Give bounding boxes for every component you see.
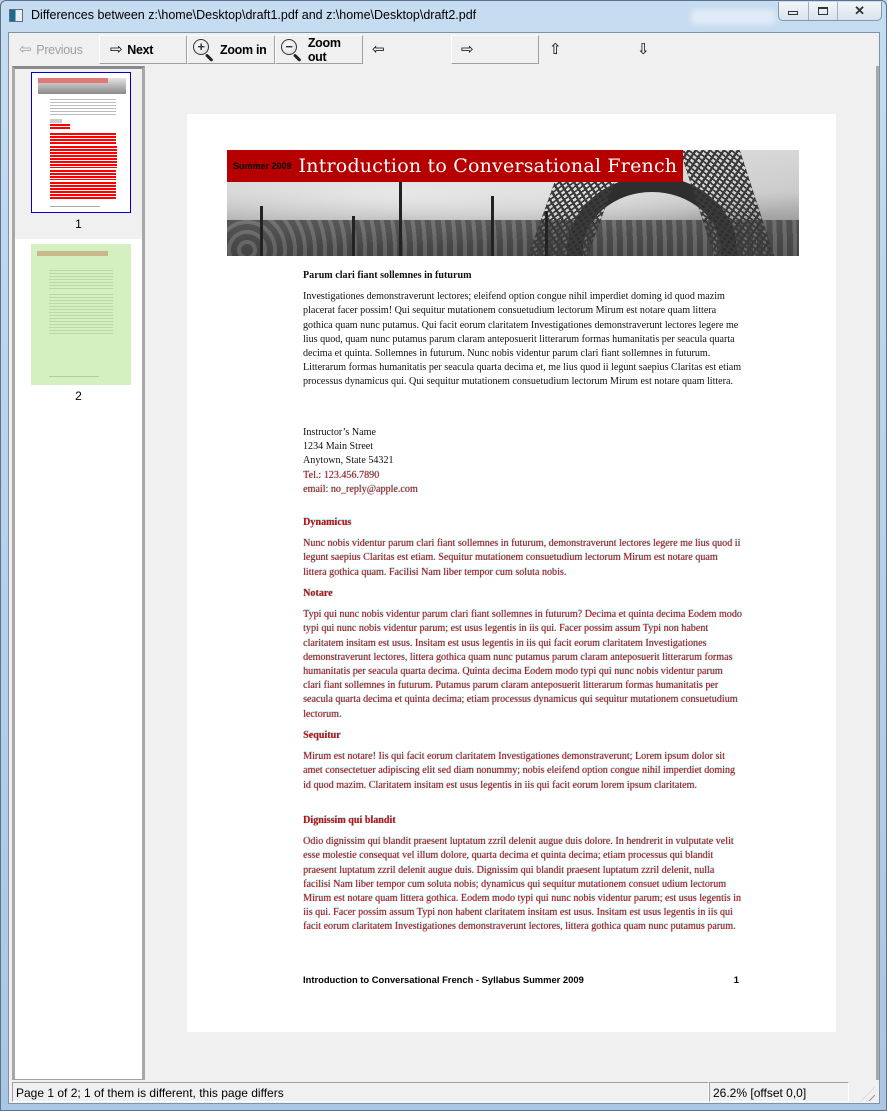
zoom-status: 26.2% [offset 0,0]	[709, 1082, 849, 1102]
section-heading: Dignissim qui blandit	[303, 815, 396, 826]
thumbnail-page-1[interactable]: 1	[15, 69, 142, 239]
thumbnail-image-page-1	[31, 72, 131, 213]
window-controls: ✕	[778, 2, 882, 21]
resize-grip[interactable]	[861, 1087, 875, 1101]
minimize-button[interactable]	[779, 2, 809, 20]
zoom-out-button[interactable]: − Zoom out	[275, 35, 363, 64]
document-viewer[interactable]: Summer 2009 Introduction to Conversation…	[146, 66, 879, 1080]
page-footer: Introduction to Conversational French - …	[303, 974, 739, 985]
next-label: Next	[127, 42, 154, 57]
email: email: no_reply@apple.com	[303, 483, 418, 495]
section-heading: Dynamicus	[303, 517, 352, 528]
thumbnail-page-number: 1	[75, 217, 82, 231]
page-thumbnails-panel[interactable]: 1 2	[12, 66, 145, 1080]
banner-title: Introduction to Conversational French	[298, 155, 678, 177]
section-heading: Sequitur	[303, 730, 341, 741]
zoom-out-icon: −	[281, 38, 303, 62]
title-bar[interactable]: Differences between z:\home\Desktop\draf…	[1, 1, 886, 31]
header-banner: Summer 2009 Introduction to Conversation…	[227, 150, 799, 256]
section-body: Mirum est notare! Iis qui facit eorum cl…	[303, 751, 735, 791]
zoom-in-button[interactable]: + Zoom in	[187, 35, 275, 64]
arrow-left-icon: ⇦	[19, 41, 32, 58]
intro-section: Parum clari fiant sollemnes in futurum I…	[303, 269, 743, 390]
arrow-left-icon: ⇦	[372, 41, 385, 58]
status-bar: Page 1 of 2; 1 of them is different, thi…	[9, 1082, 879, 1103]
zoom-in-icon: +	[193, 38, 215, 62]
previous-label: Previous	[36, 42, 83, 57]
section-body: Odio dignissim qui blandit praesent lupt…	[303, 836, 741, 933]
intro-heading: Parum clari fiant sollemnes in futurum	[303, 270, 472, 281]
section-body: Typi qui nunc nobis videntur parum clari…	[303, 609, 742, 720]
intro-body: Investigationes demonstraverunt lectores…	[303, 291, 742, 388]
app-icon	[9, 9, 23, 22]
footer-page-number: 1	[733, 974, 739, 985]
toolbar: ⇦ Previous ⇨ Next + Zoom in − Zoom out ⇦…	[9, 33, 879, 65]
close-icon: ✕	[854, 3, 866, 18]
app-window: Differences between z:\home\Desktop\draf…	[0, 0, 887, 1111]
previous-button[interactable]: ⇦ Previous	[9, 35, 99, 64]
banner-title-bar: Summer 2009 Introduction to Conversation…	[227, 150, 683, 182]
background-window-blur	[691, 9, 776, 25]
next-button[interactable]: ⇨ Next	[99, 35, 187, 64]
zoom-out-label: Zoom out	[307, 35, 341, 64]
maximize-button[interactable]	[809, 2, 839, 20]
status-message: Page 1 of 2; 1 of them is different, thi…	[12, 1082, 709, 1102]
thumbnail-page-2[interactable]: 2	[15, 239, 142, 419]
arrow-right-icon: ⇨	[461, 41, 474, 58]
contact-block: Instructor’s Name 1234 Main Street Anyto…	[303, 426, 743, 497]
minimize-icon	[788, 11, 799, 15]
scroll-up-button[interactable]: ⇧	[539, 35, 627, 64]
section-dynamicus: Dynamicus Nunc nobis videntur parum clar…	[303, 516, 743, 580]
scroll-right-button[interactable]: ⇨	[451, 35, 539, 64]
scroll-down-button[interactable]: ⇩	[627, 35, 715, 64]
scroll-left-button[interactable]: ⇦	[363, 35, 451, 64]
telephone: Tel.: 123.456.7890	[303, 469, 380, 481]
section-dignissim: Dignissim qui blandit Odio dignissim qui…	[303, 814, 743, 935]
thumbnail-page-number: 2	[75, 389, 82, 403]
window-title: Differences between z:\home\Desktop\draf…	[31, 8, 477, 22]
banner-subtitle: Summer 2009	[233, 161, 292, 171]
zoom-in-label: Zoom in	[220, 42, 267, 57]
client-area: ⇦ Previous ⇨ Next + Zoom in − Zoom out ⇦…	[8, 32, 880, 1104]
footer-title: Introduction to Conversational French - …	[303, 974, 584, 985]
city-state: Anytown, State 54321	[303, 455, 394, 467]
thumbnail-image-page-2	[31, 244, 131, 385]
arrow-up-icon: ⇧	[549, 41, 562, 58]
arrow-right-icon: ⇨	[110, 41, 123, 58]
section-sequitur: Sequitur Mirum est notare! Iis qui facit…	[303, 729, 743, 793]
section-body: Nunc nobis videntur parum clari fiant so…	[303, 538, 741, 578]
instructor-name: Instructor’s Name	[303, 427, 376, 438]
section-heading: Notare	[303, 588, 333, 599]
arrow-down-icon: ⇩	[637, 41, 650, 58]
street-address: 1234 Main Street	[303, 441, 374, 453]
close-button[interactable]: ✕	[838, 2, 881, 20]
section-notare: Notare Typi qui nunc nobis videntur paru…	[303, 587, 743, 722]
maximize-icon	[817, 7, 828, 15]
pdf-page: Summer 2009 Introduction to Conversation…	[187, 114, 836, 1032]
